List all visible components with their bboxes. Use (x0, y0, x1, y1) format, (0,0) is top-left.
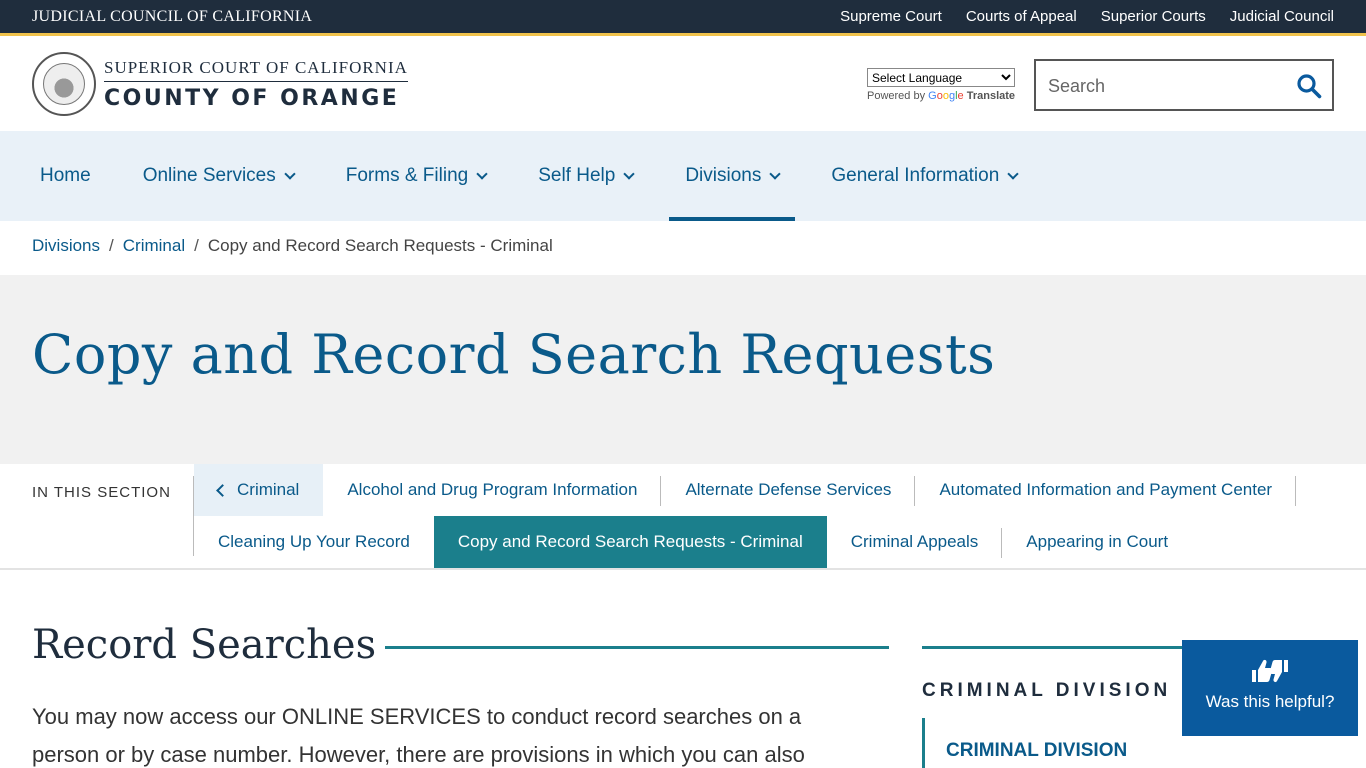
page-title: Copy and Record Search Requests (32, 323, 996, 386)
breadcrumb: Divisions / Criminal / Copy and Record S… (32, 236, 553, 256)
section-link-current[interactable]: Copy and Record Search Requests - Crimin… (433, 516, 827, 568)
section-link-label: Alcohol and Drug Program Information (347, 480, 638, 499)
breadcrumb-separator: / (194, 236, 199, 255)
nav-self-help[interactable]: Self Help (522, 131, 649, 221)
section-heading: Record Searches (32, 622, 377, 668)
judicial-council-label[interactable]: JUDICIAL COUNCIL OF CALIFORNIA (32, 8, 312, 26)
chevron-left-icon (216, 483, 229, 497)
breadcrumb-separator: / (109, 236, 114, 255)
thumbs-up-down-icon (1252, 659, 1288, 683)
google-translate-widget: Select Language Powered by Google Transl… (867, 68, 1015, 102)
chevron-down-icon (769, 167, 782, 180)
site-header: SUPERIOR COURT OF CALIFORNIA COUNTY OF O… (0, 39, 1366, 131)
brand-line-1: SUPERIOR COURT OF CALIFORNIA (104, 58, 408, 82)
section-link-cleaning-record[interactable]: Cleaning Up Your Record (194, 516, 434, 568)
section-link-automated-info[interactable]: Automated Information and Payment Center (915, 464, 1296, 516)
nav-label: Self Help (538, 165, 616, 186)
section-link-label: Alternate Defense Services (685, 480, 892, 499)
top-links: Supreme Court Courts of Appeal Superior … (840, 8, 1334, 25)
google-letter: e (957, 90, 964, 102)
court-seal-logo[interactable] (32, 52, 96, 116)
sidebar-title: CRIMINAL DIVISION (922, 680, 1172, 701)
section-navigation: IN THIS SECTION Criminal Alcohol and Dru… (0, 464, 1366, 570)
section-back-criminal[interactable]: Criminal (194, 464, 324, 516)
nav-label: Forms & Filing (345, 165, 469, 186)
nav-home[interactable]: Home (24, 131, 107, 221)
translate-link[interactable]: Translate (967, 90, 1015, 102)
section-nav-row-1: Criminal Alcohol and Drug Program Inform… (194, 464, 1296, 516)
section-link-criminal-appeals[interactable]: Criminal Appeals (827, 516, 1003, 568)
site-brand[interactable]: SUPERIOR COURT OF CALIFORNIA COUNTY OF O… (104, 58, 408, 111)
nav-label: Divisions (685, 165, 762, 186)
search-input[interactable] (1048, 73, 1288, 99)
language-select[interactable]: Select Language (867, 68, 1015, 87)
link-judicial-council[interactable]: Judicial Council (1230, 8, 1334, 25)
breadcrumb-current: Copy and Record Search Requests - Crimin… (207, 236, 553, 255)
nav-forms-filing[interactable]: Forms & Filing (330, 131, 502, 221)
nav-label: Home (40, 165, 91, 186)
top-utility-bar: JUDICIAL COUNCIL OF CALIFORNIA Supreme C… (0, 0, 1366, 36)
main-navigation: Home Online Services Forms & Filing Self… (0, 131, 1366, 221)
search-icon[interactable] (1296, 73, 1322, 99)
heading-rule (385, 646, 889, 649)
section-link-alternate-defense[interactable]: Alternate Defense Services (661, 464, 916, 516)
nav-label: Online Services (142, 165, 276, 186)
nav-divisions[interactable]: Divisions (669, 131, 796, 221)
chevron-down-icon (1007, 167, 1019, 180)
intro-paragraph: You may now access our ONLINE SERVICES t… (32, 704, 805, 767)
section-nav-label: IN THIS SECTION (32, 484, 171, 501)
feedback-button[interactable]: Was this helpful? (1182, 640, 1358, 736)
section-link-label: Appearing in Court (1026, 532, 1169, 551)
breadcrumb-divisions[interactable]: Divisions (32, 236, 100, 256)
nav-general-information[interactable]: General Information (815, 131, 1033, 221)
seal-emblem (43, 63, 85, 105)
nav-online-services[interactable]: Online Services (127, 131, 310, 221)
section-link-alcohol-drug[interactable]: Alcohol and Drug Program Information (323, 464, 662, 516)
section-nav-row-2: Cleaning Up Your Record Copy and Record … (194, 516, 1192, 568)
link-supreme-court[interactable]: Supreme Court (840, 8, 942, 25)
sidebar-item-label: CRIMINAL DIVISION (946, 740, 1128, 761)
link-courts-of-appeal[interactable]: Courts of Appeal (966, 8, 1077, 25)
section-link-appearing-court[interactable]: Appearing in Court (1002, 516, 1192, 568)
google-letter: G (928, 90, 937, 102)
link-superior-courts[interactable]: Superior Courts (1101, 8, 1206, 25)
powered-by-google: Powered by Google Translate (867, 90, 1015, 102)
google-wordmark: Google (928, 90, 964, 102)
powered-by-text: Powered by (867, 90, 926, 102)
section-link-label: Criminal (237, 480, 300, 499)
section-link-label: Cleaning Up Your Record (218, 532, 410, 551)
chevron-down-icon (623, 167, 635, 180)
brand-line-2: COUNTY OF ORANGE (104, 86, 400, 111)
chevron-down-icon (476, 167, 488, 180)
section-link-label: Automated Information and Payment Center (939, 480, 1273, 499)
sidebar-item-criminal-division[interactable]: CRIMINAL DIVISION (922, 718, 1222, 768)
site-search (1034, 59, 1334, 111)
section-link-label: Criminal Appeals (850, 532, 979, 551)
page-hero: Copy and Record Search Requests (0, 275, 1366, 464)
breadcrumb-criminal[interactable]: Criminal (123, 236, 185, 256)
nav-label: General Information (831, 165, 1000, 186)
chevron-down-icon (284, 167, 296, 180)
feedback-label: Was this helpful? (1205, 692, 1335, 711)
section-link-label: Copy and Record Search Requests - Crimin… (457, 532, 803, 551)
